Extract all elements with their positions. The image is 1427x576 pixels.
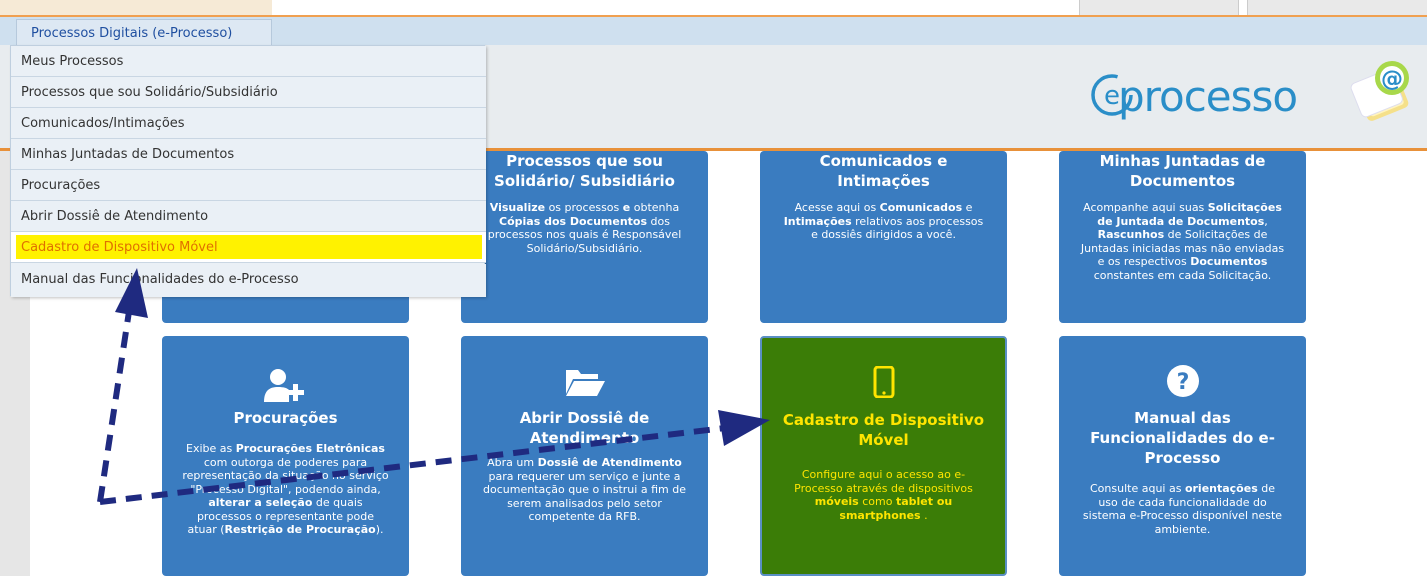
annotation-arrows <box>97 268 770 505</box>
annotation-arrow-up-head <box>115 268 148 318</box>
annotation-arrow-up <box>97 304 133 503</box>
menu-item-label: Cadastro de Dispositivo Móvel <box>21 240 218 255</box>
page-root: Processos Digitais (e-Processo) e proces… <box>0 0 1427 576</box>
annotation-arrow-right <box>99 425 726 505</box>
annotation-arrow-right-head <box>718 410 770 446</box>
